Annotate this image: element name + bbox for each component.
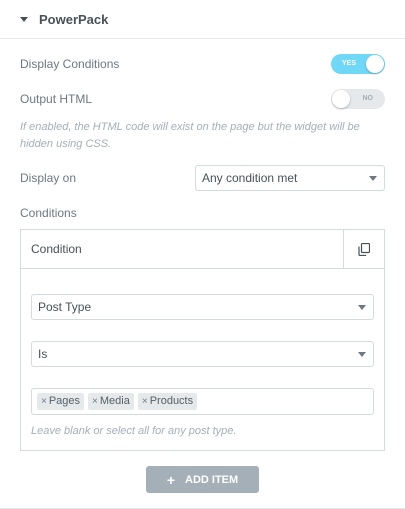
tag-remove-button[interactable]: × bbox=[92, 393, 98, 410]
display-conditions-row: Display Conditions YES bbox=[20, 54, 385, 74]
output-html-toggle[interactable]: NO bbox=[331, 89, 385, 109]
operator-select[interactable]: Is bbox=[31, 341, 374, 367]
display-on-value: Any condition met bbox=[202, 171, 298, 185]
caret-down-icon bbox=[20, 16, 28, 22]
conditions-repeater: Condition Post Type Is × Pages × Media ×… bbox=[20, 229, 385, 451]
section-title: PowerPack bbox=[39, 11, 109, 27]
toggle-yes-text: YES bbox=[342, 60, 357, 67]
dropdown-arrow-icon bbox=[358, 305, 366, 310]
post-type-hint: Leave blank or select all for any post t… bbox=[31, 425, 237, 437]
add-item-label: ADD ITEM bbox=[185, 473, 239, 486]
repeater-item-title: Condition bbox=[31, 242, 82, 256]
operator-value: Is bbox=[38, 347, 48, 361]
plus-icon: + bbox=[166, 471, 175, 488]
tag-remove-button[interactable]: × bbox=[142, 393, 148, 410]
dropdown-arrow-icon bbox=[369, 176, 377, 181]
display-on-row: Display on Any condition met bbox=[20, 165, 385, 191]
tag-pages: × Pages bbox=[37, 393, 85, 410]
post-type-select[interactable]: Post Type bbox=[31, 294, 374, 320]
display-on-select[interactable]: Any condition met bbox=[195, 165, 385, 191]
toggle-no-text: NO bbox=[362, 95, 374, 102]
display-conditions-label: Display Conditions bbox=[20, 57, 120, 71]
duplicate-icon bbox=[358, 242, 370, 256]
tag-label: Pages bbox=[48, 395, 81, 407]
tag-label: Media bbox=[99, 395, 130, 407]
tag-remove-button[interactable]: × bbox=[41, 393, 47, 410]
post-type-value: Post Type bbox=[38, 300, 92, 314]
tag-label: Products bbox=[149, 395, 194, 407]
tag-products: × Products bbox=[137, 393, 198, 410]
output-html-row: Output HTML NO bbox=[20, 89, 385, 109]
display-on-label: Display on bbox=[20, 171, 77, 185]
toggle-knob bbox=[332, 90, 350, 108]
post-types-multiselect[interactable]: × Pages × Media × Products bbox=[31, 388, 374, 415]
conditions-label: Conditions bbox=[20, 206, 77, 220]
section-header-powerpack[interactable]: PowerPack bbox=[0, 0, 405, 39]
duplicate-button[interactable] bbox=[343, 230, 384, 268]
add-item-button[interactable]: + ADD ITEM bbox=[146, 466, 259, 493]
display-conditions-toggle[interactable]: YES bbox=[331, 54, 385, 74]
tag-media: × Media bbox=[88, 393, 134, 410]
output-html-label: Output HTML bbox=[20, 92, 93, 106]
output-html-description: If enabled, the HTML code will exist on … bbox=[20, 121, 360, 150]
repeater-item-header[interactable]: Condition bbox=[21, 230, 384, 269]
dropdown-arrow-icon bbox=[358, 352, 366, 357]
toggle-knob bbox=[366, 55, 384, 73]
